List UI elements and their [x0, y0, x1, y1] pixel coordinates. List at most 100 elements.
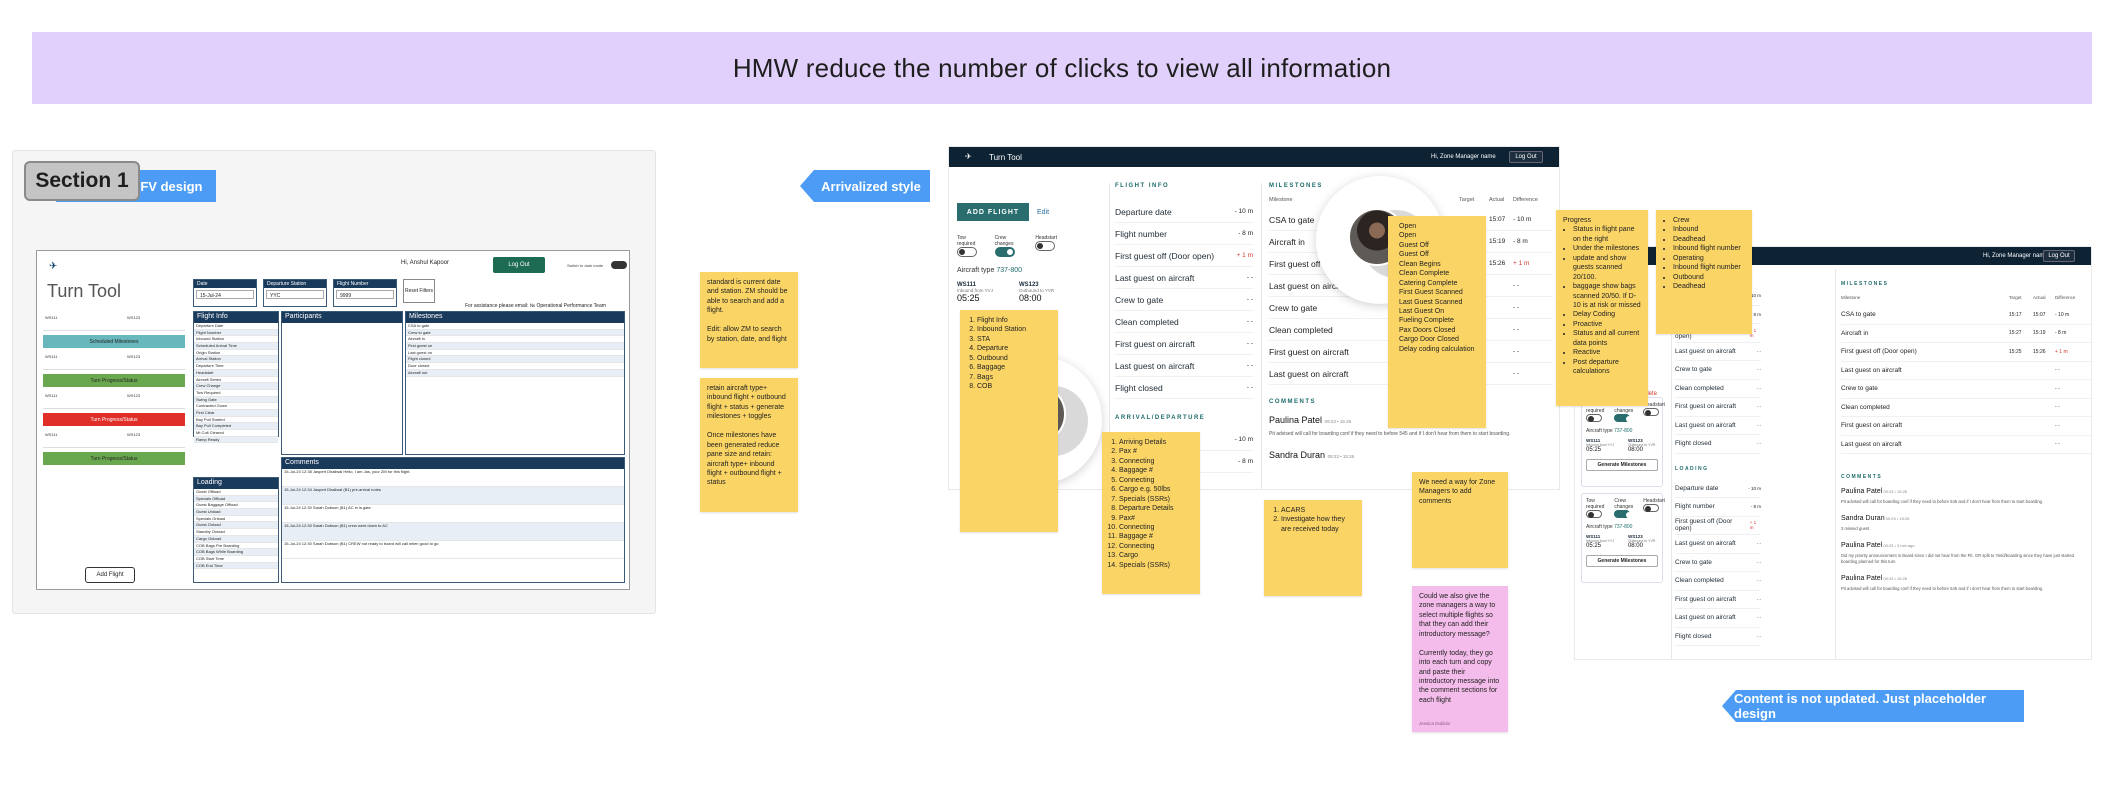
- flight-card[interactable]: WS111 WS123: [43, 313, 185, 331]
- sticky-note[interactable]: ACARSInvestigate how they are received t…: [1264, 500, 1362, 596]
- table-row: Mt Colt Cleared: [194, 430, 278, 437]
- list-item: Pax #: [1119, 447, 1193, 456]
- milestone-cell: - -: [2055, 385, 2060, 392]
- panel-header: Loading: [194, 478, 278, 489]
- tow-required-toggle[interactable]: [1586, 510, 1602, 518]
- info-value: - -: [1246, 362, 1253, 369]
- table-row: Flight Number: [194, 329, 278, 337]
- arrivalized-style-label[interactable]: Arrivalized style: [800, 170, 930, 202]
- whiteboard-canvas: HMW reduce the number of clicks to view …: [0, 0, 2112, 808]
- headstart-toggle[interactable]: [1035, 241, 1056, 251]
- mfv-station-filter[interactable]: Departure Station YYC: [263, 279, 327, 307]
- milestone-cell: 15:27: [2009, 330, 2022, 337]
- aircraft-type-code: 737-800: [996, 267, 1023, 274]
- turn-progress-bar-alert[interactable]: Turn Progress/Status: [43, 413, 185, 426]
- turn-progress-bar[interactable]: Turn Progress/Status: [43, 452, 185, 465]
- outbound-time: 08:00: [1627, 543, 1643, 549]
- info-row: Last guest on aircraft - -: [1115, 267, 1253, 289]
- mfv-logout-button[interactable]: Log Out: [493, 257, 545, 273]
- milestone-cell: - 8 m: [2055, 330, 2067, 337]
- info-label: Departure date: [1675, 484, 1719, 492]
- mfv-flight-filter[interactable]: Flight Number 9999: [333, 279, 397, 307]
- sticky-list: Arriving DetailsPax #ConnectingBaggage #…: [1109, 438, 1193, 570]
- table-row: Swing Gate: [194, 396, 278, 404]
- milestone-label: CSA to gate: [1841, 311, 1876, 319]
- info-value: - -: [1756, 367, 1761, 373]
- card-text: WS111: [45, 393, 58, 398]
- generate-milestones-button[interactable]: Generate Milestones: [1586, 555, 1658, 567]
- filter-value[interactable]: 15-Jul-24: [196, 290, 254, 299]
- info-row: Flight number - 8 m: [1675, 498, 1761, 517]
- milestone-row: Last guest on aircraft - -: [1841, 436, 2091, 454]
- list-item: Connecting: [1119, 476, 1193, 485]
- table-row: Bay Pull Started: [194, 417, 278, 424]
- mfv-dark-mode-toggle[interactable]: [611, 261, 627, 269]
- list-item: Delay Coding: [1573, 310, 1641, 319]
- milestone-cell: - -: [1513, 370, 1520, 377]
- list-item: Status in flight pane on the right: [1573, 225, 1641, 244]
- comment-author: Paulina Patel 09:23 • 3 min ago: [1841, 542, 2091, 549]
- info-row: Last guest on aircraft - -: [1675, 609, 1761, 628]
- mfv-screenshot[interactable]: ✈ Hi, Anshul Kapoor Log Out Switch to da…: [36, 250, 630, 590]
- list-item: Open: [1399, 223, 1417, 230]
- filter-value[interactable]: 9999: [336, 290, 394, 299]
- crew-changes-toggle[interactable]: [1614, 414, 1633, 422]
- sticky-note[interactable]: We need a way for Zone Managers to add c…: [1412, 472, 1508, 568]
- mfv-add-flight-button[interactable]: Add Flight: [85, 567, 135, 583]
- turn-progress-bar[interactable]: Turn Progress/Status: [43, 374, 185, 387]
- sticky-note[interactable]: Flight InfoInbound StationSTADepartureOu…: [960, 310, 1058, 532]
- edit-link[interactable]: Edit: [1037, 209, 1049, 216]
- list-item: Connecting: [1119, 542, 1193, 551]
- filter-value[interactable]: YYC: [266, 290, 324, 299]
- sticky-note[interactable]: retain aircraft type+ inbound flight + o…: [700, 378, 798, 512]
- add-flight-button[interactable]: ADD FLIGHT: [957, 203, 1029, 221]
- info-value: - 8 m: [1238, 230, 1253, 237]
- flight-card[interactable]: WS111 WS123: [43, 391, 185, 409]
- headstart-toggle[interactable]: [1643, 504, 1660, 512]
- sticky-note[interactable]: Open Open Guest Off Guest Off Clean Begins Cl…: [1388, 216, 1486, 428]
- milestone-cell: 15:07: [1489, 216, 1506, 223]
- sticky-note[interactable]: standard is current date and station. ZM…: [700, 272, 798, 368]
- mfv-title: Turn Tool: [47, 281, 122, 301]
- flight-card[interactable]: WS111 WS123: [43, 430, 185, 448]
- mfv-milestones-panel: Milestones CSA to gate Crew to gate Aircra…: [405, 311, 625, 455]
- tow-required-toggle[interactable]: [957, 247, 977, 257]
- comment-time: 09:23 • 15:26: [1882, 489, 1908, 494]
- mfv-flight-info-panel: Flight Info Departure Date Flight Number I…: [193, 311, 279, 444]
- comment-time: 09:23 • 15:26: [1324, 419, 1352, 424]
- tow-required-toggle[interactable]: [1586, 414, 1602, 422]
- sticky-note[interactable]: Progress Status in flight pane on the ri…: [1556, 210, 1648, 406]
- mfv-reset-button[interactable]: Reset Filters: [403, 279, 435, 303]
- flight-card[interactable]: WS111 WS123: [43, 352, 185, 370]
- crew-changes-toggle[interactable]: [994, 247, 1015, 257]
- sticky-list: CrewInboundDeadheadInbound flight number…: [1663, 216, 1745, 292]
- list-item: Departure: [977, 344, 1051, 353]
- info-row: Departure date - 10 m: [1675, 480, 1761, 498]
- generate-milestones-button[interactable]: Generate Milestones: [1586, 459, 1658, 471]
- list-item: Inbound flight number: [1673, 263, 1745, 272]
- mock-logout-button[interactable]: Log Out: [2043, 250, 2075, 262]
- table-row: Aircraft out: [406, 369, 624, 377]
- sticky-note[interactable]: CrewInboundDeadheadInbound flight number…: [1656, 210, 1752, 334]
- mfv-date-filter[interactable]: Date 15-Jul-24: [193, 279, 257, 307]
- crew-changes-toggle[interactable]: [1614, 510, 1633, 518]
- list-item: Reactive: [1573, 348, 1641, 357]
- flight-card[interactable]: Tow required Crew changes Headstart Airc…: [1581, 397, 1665, 487]
- list-item: COB: [977, 382, 1051, 391]
- mock-logout-button[interactable]: Log Out: [1509, 151, 1543, 163]
- headstart-toggle[interactable]: [1643, 408, 1660, 416]
- section-label[interactable]: Section 1: [24, 161, 140, 201]
- filter-label: Flight Number: [334, 280, 396, 288]
- placeholder-design-label[interactable]: Content is not updated. Just placeholder…: [1722, 690, 2024, 722]
- flight-card[interactable]: Tow required Crew changes Headstart Airc…: [1581, 493, 1665, 583]
- inbound-time: 05:25: [1586, 543, 1602, 549]
- aircraft-type-code: 737-800: [1614, 428, 1633, 434]
- info-value: - -: [1756, 596, 1761, 602]
- sticky-note[interactable]: Arriving DetailsPax #ConnectingBaggage #…: [1102, 432, 1200, 594]
- sticky-note-pink[interactable]: Could we also give the zone managers a w…: [1412, 586, 1508, 732]
- list-item: Fueling Complete: [1399, 317, 1454, 325]
- scheduled-milestones-bar[interactable]: Scheduled Milestones: [43, 335, 185, 348]
- milestone-label: First guest off (Door open): [1841, 348, 1917, 356]
- info-row: Crew to gate - -: [1675, 554, 1761, 572]
- comment-row: 15-Jul-24 12:30 Sarah Dobson (B1) AC in …: [282, 505, 624, 523]
